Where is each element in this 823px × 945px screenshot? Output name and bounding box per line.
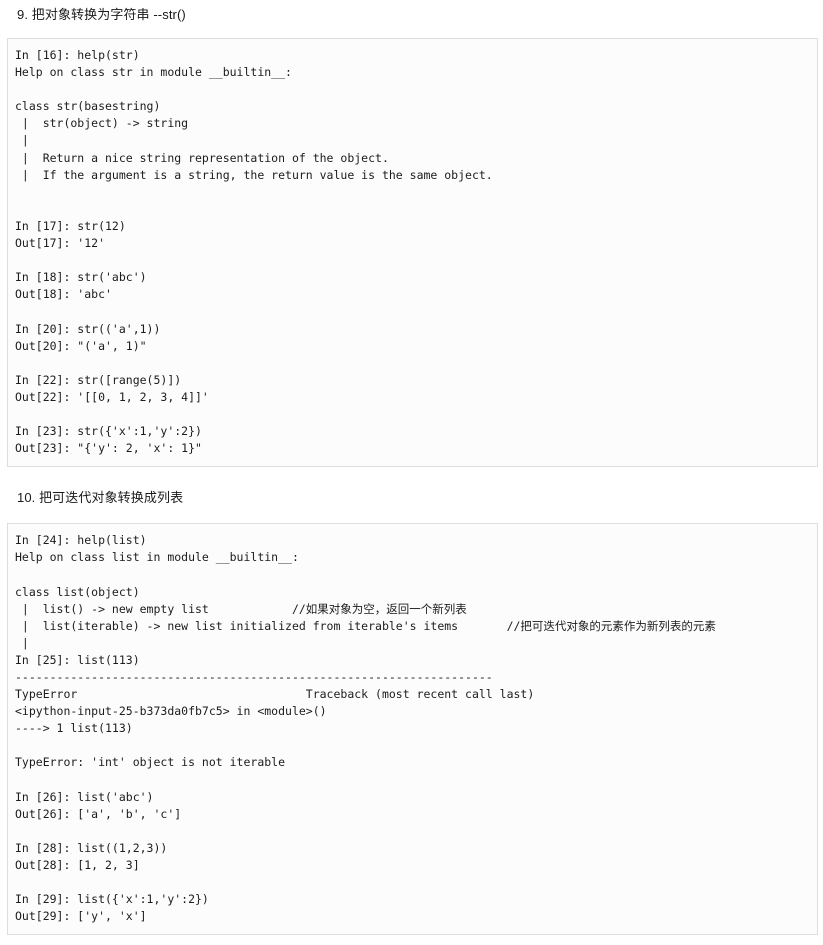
section-heading-10: 10. 把可迭代对象转换成列表 <box>17 490 184 506</box>
code-line: | list(iterable) -> new list initialized… <box>15 618 716 633</box>
code-line: In [16]: help(str) <box>15 48 140 62</box>
code-line: | <box>15 635 29 650</box>
code-line: TypeError Traceback (most recent call la… <box>15 687 535 702</box>
code-line: ----> 1 list(113) <box>15 721 133 736</box>
section-heading-9: 9. 把对象转换为字符串 --str() <box>17 7 186 22</box>
code-line: TypeError: 'int' object is not iterable <box>15 755 286 770</box>
code-line: In [29]: list({'x':1,'y':2}) <box>15 892 209 907</box>
code-line: Out[17]: '12' <box>15 236 106 251</box>
code-block-str: In [16]: help(str) Help on class str in m… <box>7 38 818 468</box>
code-line: | <box>15 133 29 148</box>
code-line: In [17]: str(12) <box>15 218 126 233</box>
code-line: In [22]: str([range(5)]) <box>15 372 182 387</box>
code-line: Out[29]: ['y', 'x'] <box>15 909 147 924</box>
code-line: In [28]: list((1,2,3)) <box>15 840 168 855</box>
code-line: In [26]: list('abc') <box>15 789 154 804</box>
code-line: In [25]: list(113) <box>15 652 140 667</box>
code-line: In [23]: str({'x':1,'y':2}) <box>15 424 202 439</box>
page-root: 9. 把对象转换为字符串 --str() In [16]: help(str) H… <box>0 0 823 945</box>
code-line: | If the argument is a string, the retur… <box>15 167 493 182</box>
code-block-list: In [24]: help(list) Help on class list in… <box>7 523 818 936</box>
traceback-separator: ----------------------------------------… <box>15 670 493 684</box>
code-line: | str(object) -> string <box>15 116 189 131</box>
code-line: Out[23]: "{'y': 2, 'x': 1}" <box>15 441 202 456</box>
code-line: Out[26]: ['a', 'b', 'c'] <box>15 806 182 821</box>
code-line: In [20]: str(('a',1)) <box>15 321 161 336</box>
code-line: Help on class str in module __builtin__: <box>15 65 292 80</box>
code-line: Out[20]: "('a', 1)" <box>15 338 147 353</box>
code-line: Out[28]: [1, 2, 3] <box>15 858 140 873</box>
code-line: class list(object) <box>15 584 140 599</box>
code-line: | Return a nice string representation of… <box>15 150 389 165</box>
code-line: Out[18]: 'abc' <box>15 287 112 302</box>
code-line: class str(basestring) <box>15 99 161 114</box>
code-line: Out[22]: '[[0, 1, 2, 3, 4]]' <box>15 389 209 404</box>
code-line: Help on class list in module __builtin__… <box>15 550 299 565</box>
code-line: In [18]: str('abc') <box>15 270 147 285</box>
code-line: <ipython-input-25-b373da0fb7c5> in <modu… <box>15 704 327 719</box>
code-line: In [24]: help(list) <box>15 533 147 548</box>
code-line: | list() -> new empty list //如果对象为空，返回一个… <box>15 601 467 616</box>
